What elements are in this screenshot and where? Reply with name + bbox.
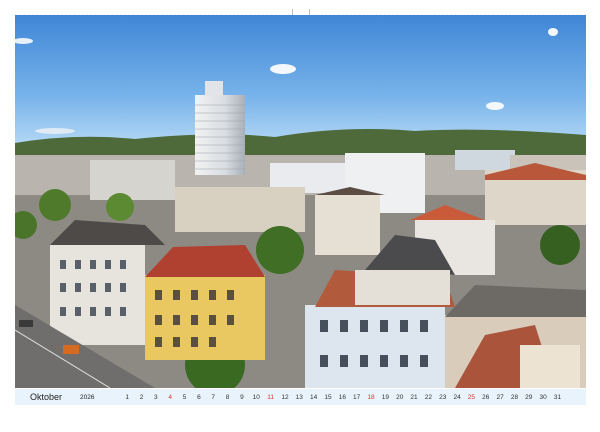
day-number: 11 [267,393,274,401]
building [90,160,175,200]
vehicle [63,345,79,354]
day-number: 4 [168,393,173,401]
day-number: 13 [295,393,303,401]
yellow-building [145,275,265,360]
car [19,320,33,327]
day-number: 2 [139,393,144,401]
city-photo [15,15,586,388]
day-number: 25 [467,393,476,401]
calendar-page: Oktober 2026 1 2 3 4 5 6 7 8 9 10 11 12 13 14 15 16 17 18… [0,0,600,432]
tree [256,226,304,274]
building [175,187,305,232]
tree [106,193,134,221]
blue-house [305,305,445,388]
cityscape-image [15,15,586,388]
day-number: 17 [353,393,361,401]
day-number: 31 [553,393,562,401]
sky [15,15,586,150]
cloud [35,128,75,134]
day-row: 1 2 3 4 5 6 7 8 9 10 11 12 13 14 15 16 17 18 19 20 21 22 23 24 2… [120,394,565,401]
day-number: 20 [396,393,404,401]
day-number: 19 [381,393,389,401]
calendar-strip: Oktober 2026 1 2 3 4 5 6 7 8 9 10 11 12 13 14 15 16 17 18… [15,389,586,405]
day-number: 22 [424,393,432,401]
day-number: 15 [324,393,332,401]
year-label: 2026 [80,394,95,401]
tower-top [205,81,223,96]
building [520,345,580,388]
building [355,270,450,305]
day-number: 29 [525,393,533,401]
day-number: 7 [211,393,216,401]
day-number: 6 [197,393,201,401]
day-number: 12 [281,393,289,401]
day-number: 16 [338,393,346,401]
high-rise-tower [195,95,245,175]
day-number: 30 [539,393,547,401]
day-number: 5 [182,393,187,401]
tree [39,189,71,221]
cloud [270,64,296,74]
day-number: 27 [496,393,504,401]
day-number: 1 [125,393,129,401]
day-number: 26 [482,393,490,401]
day-number: 14 [310,393,318,401]
cloud [486,102,504,110]
day-number: 18 [367,393,375,401]
day-number: 8 [225,393,230,401]
day-number: 24 [453,393,461,401]
day-number: 23 [439,393,447,401]
day-number: 28 [510,393,519,401]
month-label: Oktober [30,392,63,402]
day-number: 9 [240,393,244,401]
day-number: 3 [154,393,158,401]
day-number: 10 [252,393,260,401]
building [455,150,515,170]
cloud [548,28,558,36]
day-number: 21 [410,393,418,401]
building [315,195,380,255]
tree [540,225,580,265]
